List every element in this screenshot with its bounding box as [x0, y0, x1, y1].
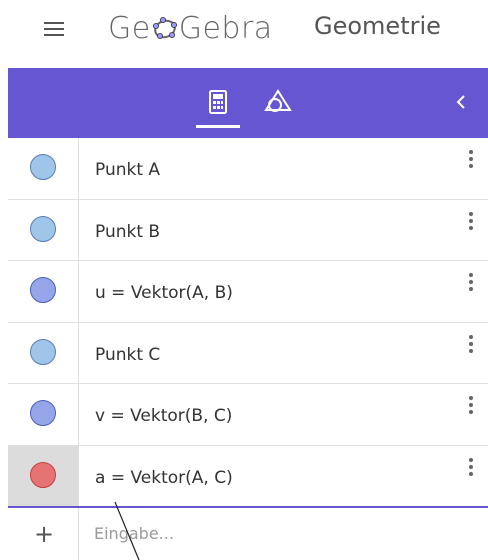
algebra-item-label[interactable]: Punkt A — [95, 160, 160, 180]
tab-algebra[interactable] — [196, 82, 240, 128]
visibility-marble[interactable] — [30, 338, 56, 365]
algebra-input[interactable] — [94, 519, 454, 548]
algebra-item-label[interactable]: Punkt B — [95, 222, 160, 242]
more-vertical-icon[interactable] — [466, 210, 476, 234]
marble-cell — [8, 138, 79, 199]
algebra-item-label[interactable]: v = Vektor(B, C) — [95, 406, 232, 426]
algebra-item[interactable]: u = Vektor(A, B) — [8, 261, 488, 323]
marble-cell — [8, 322, 79, 384]
marble-cell — [8, 199, 79, 261]
visibility-marble[interactable] — [30, 215, 56, 242]
app-header: Ge Gebra Geometrie — [0, 0, 488, 68]
marble-cell — [8, 261, 79, 322]
algebra-item[interactable]: Punkt A — [8, 138, 488, 200]
more-vertical-icon[interactable] — [466, 394, 476, 418]
more-vertical-icon[interactable] — [466, 456, 476, 480]
geogebra-logo: Ge Gebra — [108, 8, 273, 48]
visibility-marble[interactable] — [30, 154, 56, 180]
visibility-marble[interactable] — [30, 277, 56, 304]
logo-text-right: Gebra — [178, 10, 273, 46]
more-vertical-icon[interactable] — [466, 148, 476, 172]
marble-cell: + — [8, 507, 79, 560]
calculator-icon — [209, 90, 227, 114]
hamburger-menu-icon[interactable] — [44, 18, 66, 40]
algebra-item-selected[interactable]: a = Vektor(A, C) — [8, 445, 488, 508]
algebra-item[interactable]: Punkt B — [8, 199, 488, 262]
more-vertical-icon[interactable] — [466, 271, 476, 295]
logo-text-left: Ge — [108, 10, 151, 46]
algebra-item-label[interactable]: u = Vektor(A, B) — [95, 283, 233, 303]
algebra-item-label[interactable]: Punkt C — [95, 345, 160, 365]
more-vertical-icon[interactable] — [466, 333, 476, 357]
marble-cell — [8, 445, 79, 506]
logo-ellipse-icon — [152, 17, 177, 39]
algebra-item-label[interactable]: a = Vektor(A, C) — [95, 468, 233, 488]
tab-tools[interactable] — [264, 88, 292, 116]
visibility-marble[interactable] — [30, 461, 56, 488]
algebra-item[interactable]: v = Vektor(B, C) — [8, 384, 488, 446]
marble-cell — [8, 384, 79, 445]
algebra-item[interactable]: Punkt C — [8, 322, 488, 385]
algebra-view: Punkt A Punkt B u = Vektor(A, B) Punkt C… — [8, 138, 488, 560]
view-toolbar — [8, 68, 488, 138]
collapse-panel-button[interactable] — [450, 88, 474, 116]
visibility-marble[interactable] — [30, 400, 56, 427]
active-tab-indicator — [196, 125, 240, 128]
app-name: Geometrie — [314, 12, 441, 40]
shapes-icon — [264, 89, 292, 112]
chevron-left-icon — [456, 95, 465, 109]
plus-icon[interactable]: + — [34, 522, 54, 546]
input-row: + — [8, 507, 488, 560]
